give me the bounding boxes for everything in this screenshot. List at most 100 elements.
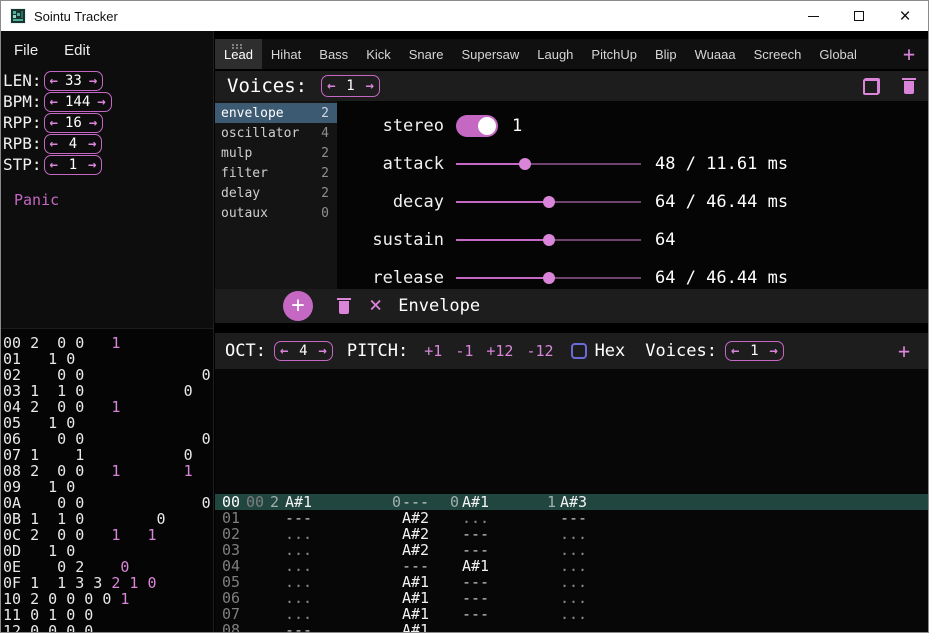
pattern-cell[interactable]: ... xyxy=(547,574,928,590)
instrument-tab[interactable]: Lead xyxy=(215,39,262,69)
add-track-button[interactable]: + xyxy=(898,339,918,363)
stepper-decrement-icon[interactable]: ← xyxy=(50,74,58,88)
order-list-row[interactable]: 00 2 0 0 1 xyxy=(3,335,213,351)
order-list-row[interactable]: 0C 2 0 0 1 1 xyxy=(3,527,213,543)
stepper-decrement-icon[interactable]: ← xyxy=(327,79,335,93)
pattern-cell[interactable]: 1A#3 xyxy=(547,494,928,510)
instrument-tab[interactable]: Blip xyxy=(646,39,686,69)
pattern-cell[interactable]: --- xyxy=(450,574,547,590)
stereo-toggle[interactable] xyxy=(456,115,498,137)
stepper-decrement-icon[interactable]: ← xyxy=(50,95,58,109)
stepper-decrement-icon[interactable]: ← xyxy=(50,137,58,151)
order-list-row[interactable]: 05 1 0 xyxy=(3,415,213,431)
pattern-cell[interactable]: ... xyxy=(270,590,392,606)
copy-instrument-icon[interactable] xyxy=(863,78,880,95)
pattern-cell[interactable]: A#1 xyxy=(392,590,450,606)
pattern-cell[interactable]: A#1 xyxy=(392,622,450,632)
pattern-cell[interactable]: ... xyxy=(547,558,928,574)
order-list-row[interactable]: 02 0 0 0 xyxy=(3,367,213,383)
close-button[interactable]: × xyxy=(882,1,928,31)
pattern-cell[interactable]: --- xyxy=(547,510,928,526)
order-list-row[interactable]: 08 2 0 0 1 1 xyxy=(3,463,213,479)
pitch-button[interactable]: +12 xyxy=(486,342,513,360)
order-list-row[interactable]: 10 2 0 0 0 0 1 xyxy=(3,591,213,607)
pattern-row[interactable]: 00 00 2A#10---0A#11A#3 xyxy=(215,494,928,510)
pattern-cell[interactable]: --- xyxy=(450,590,547,606)
order-list-row[interactable]: 06 0 0 0 xyxy=(3,431,213,447)
order-list-row[interactable]: 0B 1 1 0 0 xyxy=(3,511,213,527)
stepper-decrement-icon[interactable]: ← xyxy=(50,116,58,130)
pattern-cell[interactable]: ... xyxy=(270,558,392,574)
pattern-cell[interactable]: ... xyxy=(547,606,928,622)
menu-item[interactable]: Edit xyxy=(64,42,90,59)
pattern-cell[interactable]: --- xyxy=(392,558,450,574)
pattern-cell[interactable]: A#1 xyxy=(392,606,450,622)
minimize-button[interactable] xyxy=(790,1,836,31)
unit-list-item[interactable]: outaux 0 xyxy=(215,203,337,223)
order-list[interactable]: 00 2 0 0 101 1 002 0 0 003 1 1 0 004 2 0… xyxy=(1,328,213,632)
instrument-tab[interactable]: Screech xyxy=(745,39,811,69)
pattern-cell[interactable]: --- xyxy=(450,526,547,542)
unit-list-item[interactable]: filter 2 xyxy=(215,163,337,183)
order-list-row[interactable]: 0A 0 0 0 xyxy=(3,495,213,511)
pattern-cell[interactable]: 0A#1 xyxy=(450,494,547,510)
stepper-increment-icon[interactable]: → xyxy=(97,95,105,109)
pattern-cell[interactable]: A#1 xyxy=(450,558,547,574)
instrument-tab[interactable]: Supersaw xyxy=(452,39,528,69)
pattern-row[interactable]: 05 ...A#1---... xyxy=(215,574,928,590)
instrument-tab[interactable]: PitchUp xyxy=(582,39,646,69)
pattern-cell[interactable] xyxy=(450,622,547,632)
stepper-increment-icon[interactable]: → xyxy=(89,74,97,88)
order-list-row[interactable]: 04 2 0 0 1 xyxy=(3,399,213,415)
add-instrument-button[interactable]: + xyxy=(890,42,928,66)
order-list-row[interactable]: 09 1 0 xyxy=(3,479,213,495)
slider-knob[interactable] xyxy=(543,234,555,246)
pattern-row[interactable]: 06 ...A#1---... xyxy=(215,590,928,606)
pattern-row[interactable]: 07 ...A#1---... xyxy=(215,606,928,622)
pitch-button[interactable]: -1 xyxy=(455,342,473,360)
param-slider[interactable] xyxy=(456,234,641,246)
instrument-tab[interactable]: Kick xyxy=(357,39,400,69)
pattern-row[interactable]: 01 ---A#2...--- xyxy=(215,510,928,526)
pattern-cell[interactable]: ... xyxy=(547,590,928,606)
order-list-row[interactable]: 07 1 1 0 xyxy=(3,447,213,463)
unit-list-item[interactable]: envelope 2 xyxy=(215,103,337,123)
slider-knob[interactable] xyxy=(519,158,531,170)
panic-button[interactable]: Panic xyxy=(14,191,59,209)
stepper-increment-icon[interactable]: → xyxy=(318,344,326,358)
pattern-cell[interactable]: ... xyxy=(270,606,392,622)
order-list-row[interactable]: 0D 1 0 xyxy=(3,543,213,559)
pattern-row[interactable]: 04 ...---A#1... xyxy=(215,558,928,574)
stepper-decrement-icon[interactable]: ← xyxy=(50,158,58,172)
slider-knob[interactable] xyxy=(543,196,555,208)
unit-list-item[interactable]: oscillator 4 xyxy=(215,123,337,143)
stepper-increment-icon[interactable]: → xyxy=(88,137,96,151)
pitch-button[interactable]: -12 xyxy=(526,342,553,360)
pattern-cell[interactable]: --- xyxy=(450,542,547,558)
pattern-cell[interactable]: ... xyxy=(547,542,928,558)
pattern-row[interactable]: 08 ---A#1 xyxy=(215,622,928,632)
delete-instrument-icon[interactable] xyxy=(902,78,916,94)
pattern-cell[interactable]: 2A#1 xyxy=(270,494,392,510)
pitch-button[interactable]: +1 xyxy=(424,342,442,360)
instrument-tab[interactable]: Wuaaa xyxy=(686,39,745,69)
order-list-row[interactable]: 0E 0 2 0 xyxy=(3,559,213,575)
stepper-increment-icon[interactable]: → xyxy=(88,158,96,172)
delete-unit-icon[interactable] xyxy=(337,298,351,314)
pattern-cell[interactable]: --- xyxy=(450,606,547,622)
pattern-cell[interactable]: 0--- xyxy=(392,494,450,510)
pattern-cell[interactable]: A#1 xyxy=(392,574,450,590)
close-unit-icon[interactable]: × xyxy=(369,295,382,317)
stepper-increment-icon[interactable]: → xyxy=(366,79,374,93)
pattern-cell[interactable] xyxy=(547,622,928,632)
stepper-increment-icon[interactable]: → xyxy=(89,116,97,130)
param-slider[interactable] xyxy=(456,272,641,284)
stepper-decrement-icon[interactable]: ← xyxy=(280,344,288,358)
order-list-row[interactable]: 03 1 1 0 0 xyxy=(3,383,213,399)
slider-knob[interactable] xyxy=(543,272,555,284)
pattern-cell[interactable]: ... xyxy=(270,574,392,590)
order-list-row[interactable]: 01 1 0 xyxy=(3,351,213,367)
stepper-increment-icon[interactable]: → xyxy=(769,344,777,358)
order-list-row[interactable]: 12 0 0 0 0 xyxy=(3,623,213,632)
order-list-row[interactable]: 0F 1 1 3 3 2 1 0 xyxy=(3,575,213,591)
